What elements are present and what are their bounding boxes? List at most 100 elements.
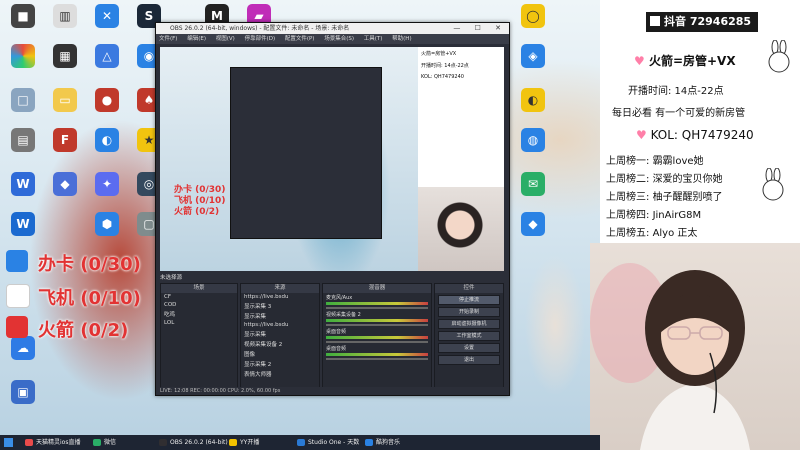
desktop-icon-folder[interactable]: ▭	[44, 88, 86, 112]
source-item[interactable]: https://live.bsdu	[241, 293, 319, 301]
scene-item[interactable]: LOL	[161, 319, 237, 327]
desktop-icon-30[interactable]: ◆	[512, 212, 554, 236]
app-icon: ■	[11, 4, 35, 28]
menu-help[interactable]: 帮助(H)	[392, 36, 411, 42]
preview-rocket-line: 火箭=房管+VX	[421, 51, 457, 57]
menu-tools[interactable]: 工具(T)	[364, 36, 383, 42]
scene-item[interactable]: COD	[161, 301, 237, 309]
menu-view[interactable]: 视图(V)	[216, 36, 235, 42]
scene-item[interactable]: CF	[161, 293, 237, 301]
mixer-channel[interactable]: 麦克风/Aux	[323, 293, 431, 310]
taskbar-item[interactable]: 天猫精灵ios直播	[24, 437, 96, 448]
app-icon: ◍	[521, 128, 545, 152]
source-item[interactable]: 视频采集设备 2	[241, 339, 319, 349]
heart-icon: ♥	[636, 128, 651, 142]
volume-slider[interactable]	[326, 358, 428, 360]
app-icon: ✦	[95, 172, 119, 196]
volume-slider[interactable]	[326, 307, 428, 309]
desktop-icon-29[interactable]: ◍	[512, 128, 554, 152]
menu-docks[interactable]: 停靠部件(D)	[245, 36, 276, 42]
mixer-channel[interactable]: 桌面音频	[323, 344, 431, 361]
desktop-icon-8[interactable]: ▣	[2, 380, 44, 404]
desktop-icon-1[interactable]: ■	[2, 4, 44, 28]
preview-webcam	[418, 187, 504, 271]
app-icon: △	[95, 44, 119, 68]
app-icon: ◆	[521, 212, 545, 236]
douyin-id-badge: 抖音 72946285	[646, 12, 758, 32]
menu-file[interactable]: 文件(F)	[159, 36, 177, 42]
taskbar-item[interactable]: Studio One - 天数	[296, 437, 368, 448]
volume-meter	[326, 353, 428, 356]
desktop-icon-wps[interactable]: W	[2, 172, 44, 196]
virtual-camera-button[interactable]: 启动虚拟摄像机	[438, 319, 500, 329]
desktop-icon-17[interactable]: ✦	[86, 172, 128, 196]
volume-slider[interactable]	[326, 324, 428, 326]
stop-streaming-button[interactable]: 停止推流	[438, 295, 500, 305]
menu-scene-collection[interactable]: 场景集合(S)	[324, 36, 354, 42]
source-item[interactable]: https://live.bsdu	[241, 321, 319, 329]
desktop-icon-28[interactable]: ◐	[512, 88, 554, 112]
preview-time-line: 开播时间: 14点-22点	[421, 63, 469, 69]
wechat-icon	[93, 439, 101, 446]
source-item[interactable]: 图像	[241, 349, 319, 359]
source-item[interactable]: 显示采集	[241, 329, 319, 339]
douyin-logo-icon	[650, 16, 660, 26]
mixer-channel[interactable]: 桌面音频	[323, 327, 431, 344]
desktop-icon-27[interactable]: ◈	[512, 44, 554, 68]
settings-button[interactable]: 设置	[438, 343, 500, 353]
taskbar-item[interactable]: YY开播	[228, 437, 292, 448]
cloud-icon: ☁	[11, 336, 35, 360]
exit-button[interactable]: 退出	[438, 355, 500, 365]
desktop-icon-2[interactable]	[2, 44, 44, 68]
desktop-icon-wallpaper[interactable]: W	[2, 212, 44, 236]
folder-icon: ▭	[53, 88, 77, 112]
scene-item[interactable]: 吃鸡	[161, 309, 237, 319]
desktop-icon-10[interactable]: ▦	[44, 44, 86, 68]
overlay-card-count: 办卡 (0/30)	[38, 254, 141, 275]
volume-slider[interactable]	[326, 341, 428, 343]
taskbar-item[interactable]: OBS 26.0.2 (64-bit)	[158, 437, 232, 448]
studio-mode-button[interactable]: 工作室模式	[438, 331, 500, 341]
stream-info-panel: 抖音 72946285 ♥ 火箭=房管+VX 开播时间: 14点-22点 每日必…	[600, 0, 800, 243]
desktop-icon-13[interactable]: ✕	[86, 4, 128, 28]
sources-header: 来源	[241, 284, 319, 293]
source-item[interactable]: 显示采集 3	[241, 301, 319, 311]
card-icon	[6, 250, 28, 272]
source-item[interactable]: 显示采集 2	[241, 359, 319, 369]
desktop-icon-4[interactable]: ▤	[2, 128, 44, 152]
kugou-icon	[365, 439, 373, 446]
desktop-icon-3[interactable]: □	[2, 88, 44, 112]
desktop-icon-wechat[interactable]: ✉	[512, 172, 554, 196]
obs-preview[interactable]: 办卡 (0/30) 飞机 (0/10) 火箭 (0/2) 火箭=房管+VX 开播…	[160, 47, 504, 271]
source-item[interactable]: 显示采集	[241, 311, 319, 321]
mixer-dock: 混音器 麦克风/Aux 视频采集设备 2 桌面音频 桌面音频	[322, 283, 432, 391]
desktop-icon-14[interactable]: △	[86, 44, 128, 68]
mixer-channel-name: 视频采集设备 2	[326, 312, 361, 318]
menu-edit[interactable]: 编辑(E)	[187, 36, 206, 42]
taskbar-item[interactable]: 微信	[92, 437, 156, 448]
desktop-icon-16[interactable]: ◐	[86, 128, 128, 152]
desktop-icon-18[interactable]: ⬢	[86, 212, 128, 236]
desktop-icon-26[interactable]: ◯	[512, 4, 554, 28]
window-controls[interactable]: — ☐ ✕	[453, 23, 507, 34]
desktop-icon-9[interactable]: ▥	[44, 4, 86, 28]
menu-profile[interactable]: 配置文件(P)	[285, 36, 315, 42]
start-icon[interactable]	[4, 438, 13, 447]
taskbar-item[interactable]: 酷狗音乐	[364, 437, 428, 448]
obs-window[interactable]: OBS 26.0.2 (64-bit, windows) - 配置文件: 未命名…	[155, 22, 510, 396]
mixer-channel-name: 麦克风/Aux	[326, 295, 353, 301]
start-recording-button[interactable]: 开始录制	[438, 307, 500, 317]
app-icon: ✕	[95, 4, 119, 28]
mixer-channel[interactable]: 视频采集设备 2	[323, 310, 431, 327]
desktop-icon-15[interactable]: ●	[86, 88, 128, 112]
volume-meter	[326, 302, 428, 305]
app-icon: ⬢	[95, 212, 119, 236]
source-item[interactable]: 表情大师器	[241, 369, 319, 379]
mixer-channel-name: 桌面音频	[326, 329, 347, 335]
rocket-icon	[6, 316, 28, 338]
obs-titlebar[interactable]: OBS 26.0.2 (64-bit, windows) - 配置文件: 未命名…	[156, 23, 509, 34]
desktop-icon-11[interactable]: F	[44, 128, 86, 152]
mixer-channel-name: 桌面音频	[326, 346, 347, 352]
desktop-icon-12[interactable]: ◆	[44, 172, 86, 196]
app-icon	[25, 439, 33, 446]
